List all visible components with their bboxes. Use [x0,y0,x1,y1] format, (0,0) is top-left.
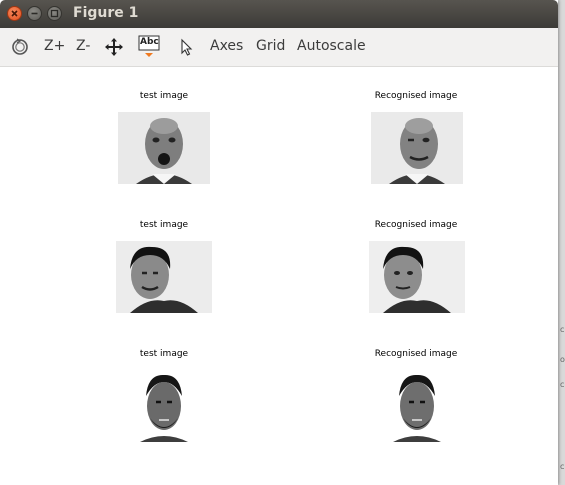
minimize-icon [31,12,38,15]
close-window-button[interactable] [7,6,22,21]
test-face-image [116,241,212,313]
recognised-face-image [369,241,465,313]
pointer-icon[interactable] [176,36,198,58]
test-face-image [116,112,212,184]
minimize-window-button[interactable] [27,6,42,21]
background-text-fragment: c [560,325,565,334]
axes-button[interactable]: Axes [210,38,243,54]
reset-view-icon[interactable] [9,36,31,58]
recognised-face-image [369,370,465,442]
figure-toolbar: Z+ Z- Abc Axes Grid Autoscale [0,28,558,67]
pan-icon[interactable] [103,36,125,58]
subplot-title: test image [139,91,189,101]
background-text-fragment: o [560,355,565,364]
text-tool-icon[interactable]: Abc [137,35,163,59]
subplot-title: Recognised image [374,91,458,101]
figure-window: Figure 1 Z+ Z- Abc Axes Grid Autoscale t… [0,0,558,485]
zoom-in-button[interactable]: Z+ [44,38,65,54]
grid-button[interactable]: Grid [256,38,285,54]
figure-canvas[interactable]: test image Recognised image test image R… [0,67,558,485]
zoom-out-button[interactable]: Z- [76,38,90,54]
subplot-title: Recognised image [374,349,458,359]
subplot-title: test image [139,220,189,230]
text-tool-label: Abc [140,37,159,47]
autoscale-button[interactable]: Autoscale [297,38,366,54]
close-icon [11,10,18,17]
background-text-fragment: c [560,380,565,389]
recognised-face-image [369,112,465,184]
background-text-fragment: c [560,462,565,471]
title-bar[interactable]: Figure 1 [0,0,558,28]
window-title: Figure 1 [73,5,139,21]
subplot-title: Recognised image [374,220,458,230]
maximize-window-button[interactable] [47,6,62,21]
test-face-image [116,370,212,442]
subplot-title: test image [139,349,189,359]
maximize-icon [50,9,59,18]
